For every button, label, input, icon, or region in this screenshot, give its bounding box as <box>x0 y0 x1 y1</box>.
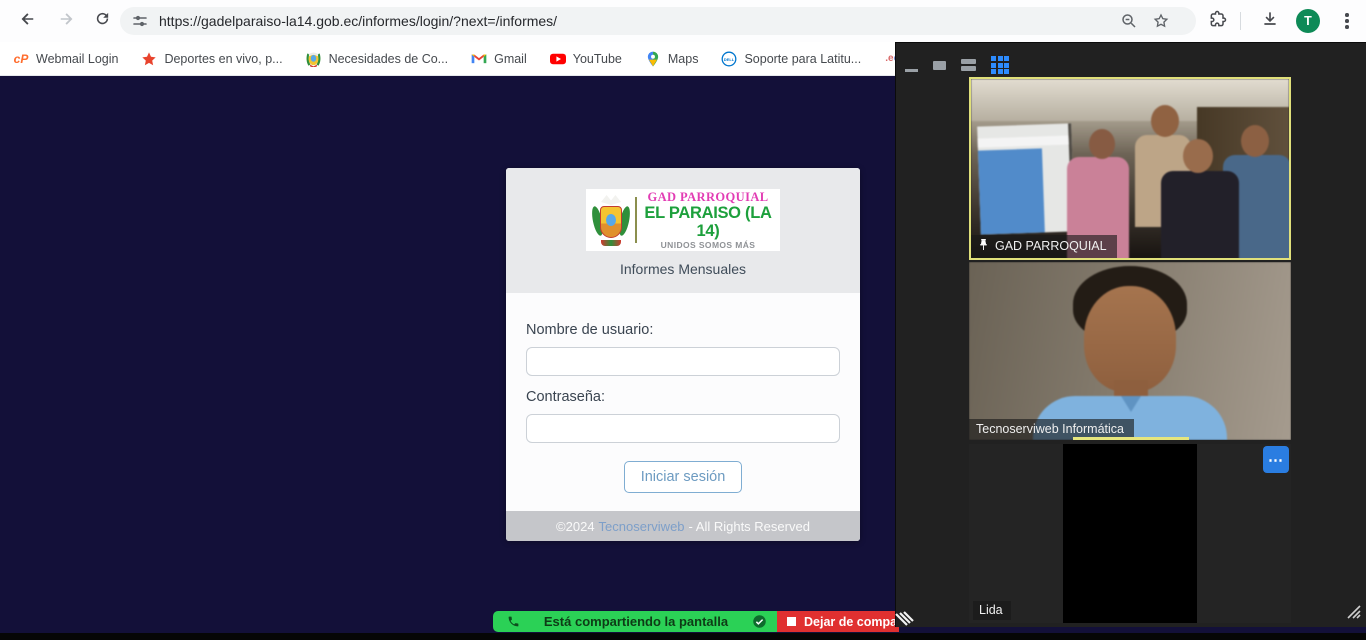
bookmark-star-icon[interactable] <box>1152 12 1170 35</box>
toolbar-divider <box>1240 12 1241 30</box>
bookmark-gmail[interactable]: Gmail <box>471 51 527 67</box>
site-info-icon[interactable] <box>132 13 148 29</box>
footer-rights: - All Rights Reserved <box>689 519 810 534</box>
bookmark-deportes[interactable]: Deportes en vivo, p... <box>141 51 282 67</box>
chrome-menu-icon[interactable] <box>1338 11 1356 31</box>
logo-line2: EL PARAISO (LA 14) <box>643 204 773 241</box>
svg-text:DELL: DELL <box>724 57 735 62</box>
participant-name-badge: Lida <box>973 601 1011 620</box>
meeting-video-panel: GAD PARROQUIAL Tecnoserviweb Informática… <box>895 42 1366 627</box>
bottom-edge <box>0 633 1366 640</box>
gmail-icon <box>471 51 487 67</box>
bookmark-necesidades[interactable]: Necesidades de Co... <box>306 51 449 67</box>
cpanel-icon: cP <box>13 51 29 67</box>
meeting-controls <box>905 54 1009 76</box>
dell-icon: DELL <box>721 51 737 67</box>
video-tile-lida[interactable]: ⋯ Lida <box>969 444 1291 623</box>
group-video-feed <box>971 79 1289 258</box>
bookmark-label: Webmail Login <box>36 52 118 66</box>
logo-line3: UNIDOS SOMOS MÁS <box>643 241 773 251</box>
bookmark-soporte-dell[interactable]: DELL Soporte para Latitu... <box>721 51 861 67</box>
screen: https://gadelparaiso-la14.gob.ec/informe… <box>0 0 1366 640</box>
zoom-level-icon[interactable] <box>1120 12 1138 35</box>
bookmark-label: YouTube <box>573 52 622 66</box>
footer-brand-link[interactable]: Tecnoserviweb <box>599 519 685 534</box>
strip-view-icon[interactable] <box>961 59 976 71</box>
bookmark-youtube[interactable]: YouTube <box>550 51 622 67</box>
sharing-status-text: Está compartiendo la pantalla <box>520 614 752 629</box>
portrait-video-feed <box>969 262 1291 440</box>
parish-crest-icon <box>593 194 629 246</box>
extensions-icon[interactable] <box>1208 9 1228 34</box>
bookmark-label: Soporte para Latitu... <box>744 52 861 66</box>
gad-logo: GAD PARROQUIAL EL PARAISO (LA 14) UNIDOS… <box>586 189 780 251</box>
logo-line1: GAD PARROQUIAL <box>643 190 773 204</box>
page-title: Informes Mensuales <box>506 261 860 277</box>
username-field[interactable] <box>526 347 840 376</box>
password-label: Contraseña: <box>526 389 840 405</box>
maps-icon <box>645 51 661 67</box>
video-tile-gad-parroquial[interactable]: GAD PARROQUIAL <box>969 77 1291 260</box>
participant-name-badge: GAD PARROQUIAL <box>971 235 1117 258</box>
logo-text: GAD PARROQUIAL EL PARAISO (LA 14) UNIDOS… <box>643 190 773 250</box>
stop-sharing-label: Dejar de comparti <box>804 615 899 629</box>
minimize-icon[interactable] <box>905 69 918 72</box>
username-label: Nombre de usuario: <box>526 322 840 338</box>
footer-year: ©2024 <box>556 519 595 534</box>
more-options-button[interactable]: ⋯ <box>1263 446 1289 473</box>
password-field[interactable] <box>526 414 840 443</box>
speaker-view-icon[interactable] <box>933 61 946 70</box>
participant-name: Lida <box>979 603 1003 617</box>
panel-resize-handle[interactable] <box>1344 602 1361 624</box>
downloads-icon[interactable] <box>1260 9 1280 34</box>
participant-name: Tecnoserviweb Informática <box>976 422 1124 436</box>
back-button[interactable] <box>14 7 42 35</box>
login-card: GAD PARROQUIAL EL PARAISO (LA 14) UNIDOS… <box>506 168 860 541</box>
video-tile-tecnoserviweb[interactable]: Tecnoserviweb Informática <box>969 262 1291 440</box>
forward-icon <box>57 10 75 33</box>
back-icon <box>19 10 37 33</box>
gallery-view-icon[interactable] <box>991 56 1009 74</box>
address-bar[interactable]: https://gadelparaiso-la14.gob.ec/informe… <box>120 7 1196 35</box>
active-speaker-indicator <box>1073 437 1189 440</box>
login-card-footer: ©2024 Tecnoserviweb - All Rights Reserve… <box>506 511 860 541</box>
pin-icon <box>978 238 989 254</box>
login-card-header: GAD PARROQUIAL EL PARAISO (LA 14) UNIDOS… <box>506 168 860 293</box>
forward-button[interactable] <box>52 7 80 35</box>
reload-button[interactable] <box>88 7 116 35</box>
bookmark-label: Deportes en vivo, p... <box>164 52 282 66</box>
phone-icon <box>507 615 520 628</box>
bookmark-label: Gmail <box>494 52 527 66</box>
participant-name: GAD PARROQUIAL <box>995 239 1107 253</box>
stop-icon <box>787 617 796 626</box>
bookmark-webmail[interactable]: cP Webmail Login <box>13 51 118 67</box>
profile-avatar[interactable]: T <box>1296 9 1320 33</box>
camera-off-video <box>1063 444 1197 623</box>
ecuador-crest-icon <box>306 51 322 67</box>
youtube-icon <box>550 51 566 67</box>
bookmark-maps[interactable]: Maps <box>645 51 699 67</box>
bookmark-label: Necesidades de Co... <box>329 52 449 66</box>
login-form: Nombre de usuario: Contraseña: Iniciar s… <box>506 293 860 511</box>
url-text[interactable]: https://gadelparaiso-la14.gob.ec/informe… <box>159 13 557 29</box>
resize-cursor <box>893 610 917 637</box>
bookmark-label: Maps <box>668 52 699 66</box>
star-icon <box>141 51 157 67</box>
login-button[interactable]: Iniciar sesión <box>624 461 743 493</box>
logo-divider <box>635 197 637 243</box>
sharing-status-bar: Está compartiendo la pantalla <box>493 611 777 632</box>
shield-check-icon <box>752 614 767 629</box>
stop-sharing-button[interactable]: Dejar de comparti <box>777 611 899 632</box>
browser-toolbar: https://gadelparaiso-la14.gob.ec/informe… <box>0 0 1366 42</box>
reload-icon <box>94 10 111 32</box>
